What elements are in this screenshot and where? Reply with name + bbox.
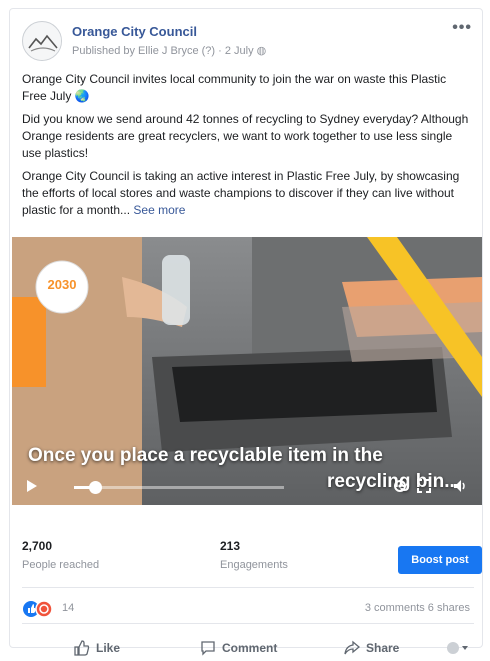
post-card: Orange City Council Published by Ellie J… [9,8,483,656]
audience-selector[interactable] [446,637,470,659]
post-paragraph: Did you know we send around 42 tonnes of… [22,112,469,160]
profile-chevron-icon [447,642,468,654]
page-name-link[interactable]: Orange City Council [72,24,197,39]
people-reached-label: People reached [22,559,100,571]
comment-button[interactable]: Comment [200,637,277,659]
page-avatar[interactable] [22,21,62,61]
video-caption-line1: Once you place a recyclable item in the [28,445,383,466]
more-options-icon[interactable]: ••• [452,19,472,37]
comment-icon [201,641,215,656]
divider [22,587,474,588]
post-date[interactable]: 2 July [225,45,254,57]
post-actions: Like Comment Share [22,637,474,661]
video-player[interactable]: 2030 Once you place a recyclable item in… [12,237,482,505]
video-progress-track[interactable] [74,481,284,494]
engagements-value: 213 [220,539,241,553]
settings-icon[interactable] [392,478,408,499]
post-header: Orange City Council Published by Ellie J… [22,19,474,65]
divider [22,623,474,624]
published-by[interactable]: Published by Ellie J Bryce [72,45,199,57]
reaction-count[interactable]: 14 [62,602,74,614]
globe-icon: ◍ [256,45,267,57]
comments-shares-count[interactable]: 3 comments 6 shares [365,602,470,614]
video-controls [12,469,482,503]
video-scrubber-handle[interactable] [89,481,102,494]
fullscreen-icon[interactable] [416,478,432,499]
boost-post-button[interactable]: Boost post [398,546,482,574]
bottle-shape [162,255,190,325]
reactions-bar: 14 3 comments 6 shares [22,598,474,620]
post-paragraph: Orange City Council is taking an active … [22,169,460,217]
share-icon [344,640,360,655]
engagements-label: Engagements [220,559,288,571]
people-reached-value: 2,700 [22,539,53,553]
thumbs-up-icon [74,640,90,656]
volume-icon[interactable] [452,478,468,499]
see-more-link[interactable]: See more [133,203,185,217]
video-logo-text: 2030 [47,277,77,292]
post-text: Orange City Council invites local commun… [22,71,474,225]
reaction-icons[interactable] [22,600,62,618]
orange-shirt-detail [12,297,46,387]
info-icon[interactable]: (?) · [202,45,225,57]
like-button[interactable]: Like [74,637,120,659]
post-meta: Published by Ellie J Bryce (?) · 2 July … [72,44,266,57]
post-paragraph: Orange City Council invites local commun… [22,72,447,103]
share-button[interactable]: Share [344,637,399,659]
play-icon[interactable] [26,479,38,498]
love-reaction-icon [35,600,53,618]
